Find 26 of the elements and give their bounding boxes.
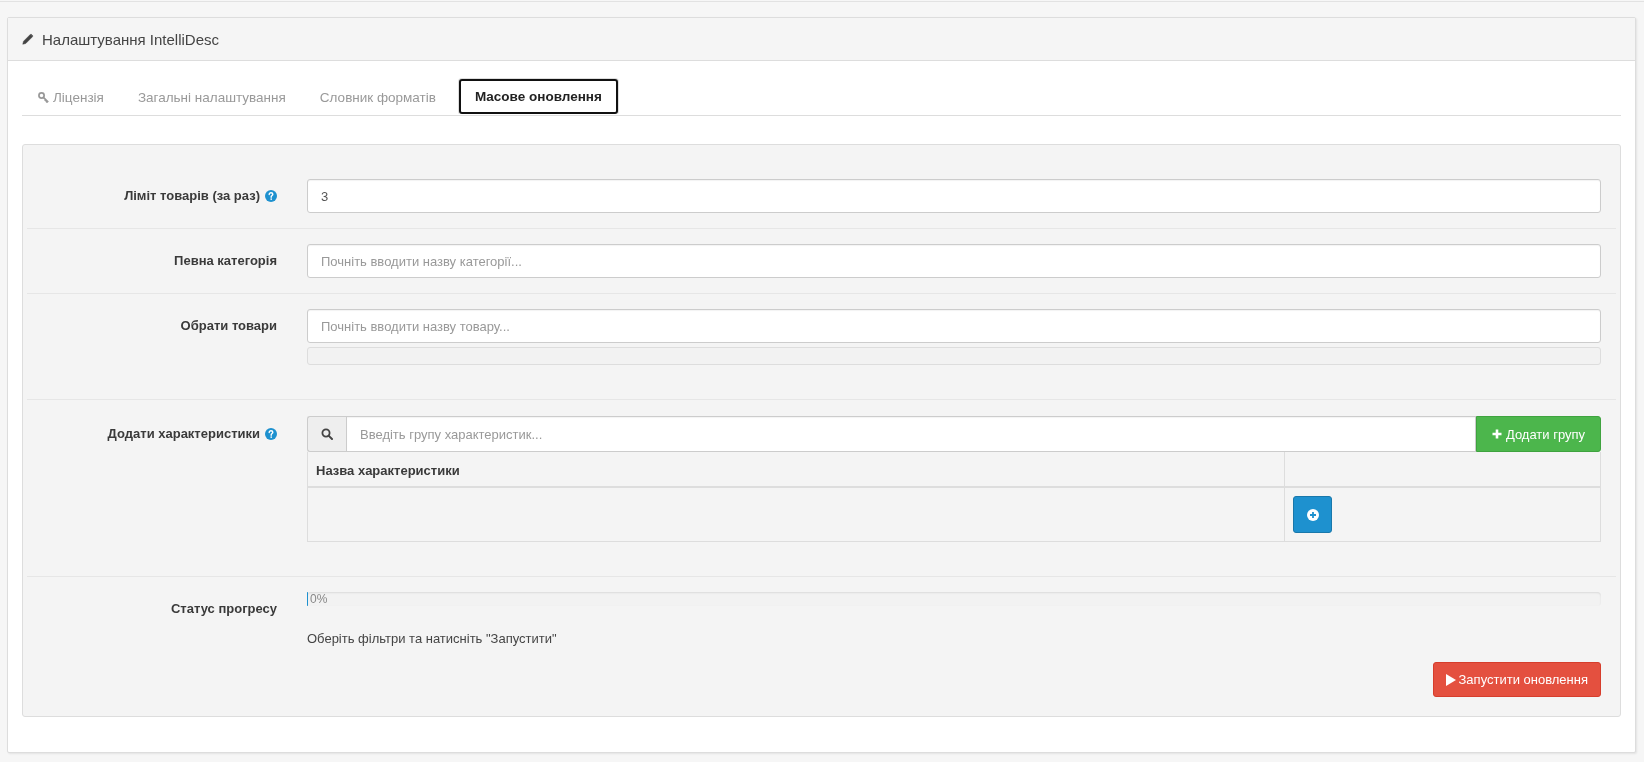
input-field[interactable]: Почніть вводити назву категорії... (307, 244, 1601, 278)
tab[interactable]: Масове оновлення (457, 78, 619, 115)
search-icon (321, 428, 333, 440)
field-label: Обрати товари (180, 317, 277, 335)
field-label: Ліміт товарів (за раз) (124, 187, 260, 205)
input-field[interactable]: Почніть вводити назву товару... (307, 309, 1601, 343)
play-icon (1445, 673, 1456, 686)
key-icon (38, 91, 49, 103)
tab[interactable]: Загальні налаштування (121, 78, 302, 116)
panel-title: Налаштування IntelliDesc (42, 30, 220, 48)
tab[interactable]: Словник форматів (303, 78, 452, 116)
column-header: Назва характеристики (308, 452, 1284, 488)
tab[interactable]: Ліцензія (22, 78, 120, 116)
pencil-icon (22, 33, 34, 45)
add-group-button[interactable]: Додати групу (1476, 416, 1601, 452)
status-message: Оберіть фільтри та натисніть "Запустити" (307, 630, 558, 648)
run-update-button[interactable]: Запустити оновлення (1432, 662, 1601, 697)
field-label: Додати характеристики (107, 425, 260, 443)
search-field[interactable]: Введіть групу характеристик... (346, 416, 1476, 452)
add-row-button[interactable] (1293, 496, 1332, 533)
progress-reading: 0% (309, 592, 329, 606)
field-label: Статус прогресу (170, 600, 277, 618)
input-field[interactable]: 3 (307, 179, 1601, 213)
plus-icon (1491, 429, 1502, 439)
plus-circle-icon (1306, 508, 1319, 521)
field-label: Певна категорія (174, 252, 277, 270)
